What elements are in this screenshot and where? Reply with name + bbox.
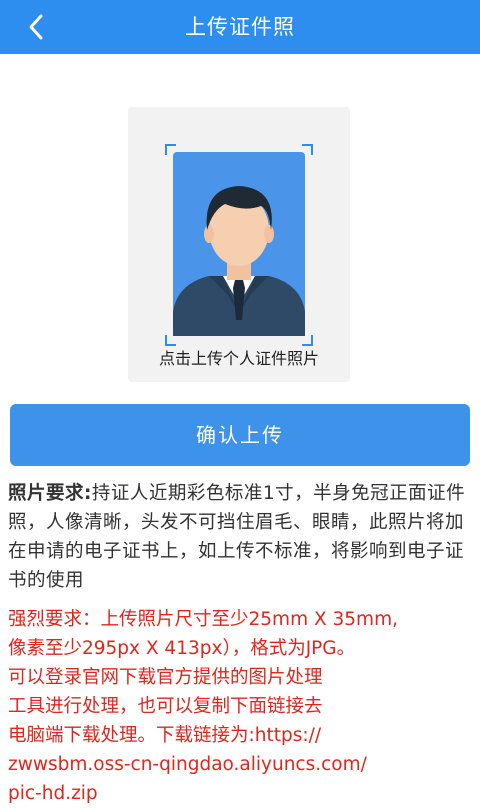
download-link-line[interactable]: zwwsbm.oss-cn-qingdao.aliyuncs.com/ [8,750,478,779]
confirm-upload-button[interactable]: 确认上传 [10,404,470,466]
upload-caption: 点击上传个人证件照片 [158,349,319,368]
download-link-line[interactable]: pic-hd.zip [8,779,478,808]
strong-requirement-line: 可以登录官网下载官方提供的图片处理 [8,667,323,688]
strong-requirement-line: 强烈要求：上传照片尺寸至少25mm X 35mm, [8,609,398,630]
page-title: 上传证件照 [185,15,295,39]
strong-requirements: 强烈要求：上传照片尺寸至少25mm X 35mm, 像素至少295px X 41… [8,605,478,808]
app-header: 上传证件照 [0,0,480,54]
person-portrait-icon [173,152,305,336]
strong-requirement-line: 工具进行处理，也可以复制下面链接去 [8,696,323,717]
requirements-label: 照片要求: [8,483,92,504]
photo-upload-card[interactable]: 点击上传个人证件照片 [128,107,350,382]
photo-requirements: 照片要求:持证人近期彩色标准1寸，半身免冠正面证件照，人像清晰，头发不可挡住眉毛… [8,479,474,595]
strong-requirement-line: 像素至少295px X 413px），格式为JPG。 [8,638,356,659]
strong-requirement-line: 电脑端下载处理。下载链接为:https:// [8,725,322,746]
